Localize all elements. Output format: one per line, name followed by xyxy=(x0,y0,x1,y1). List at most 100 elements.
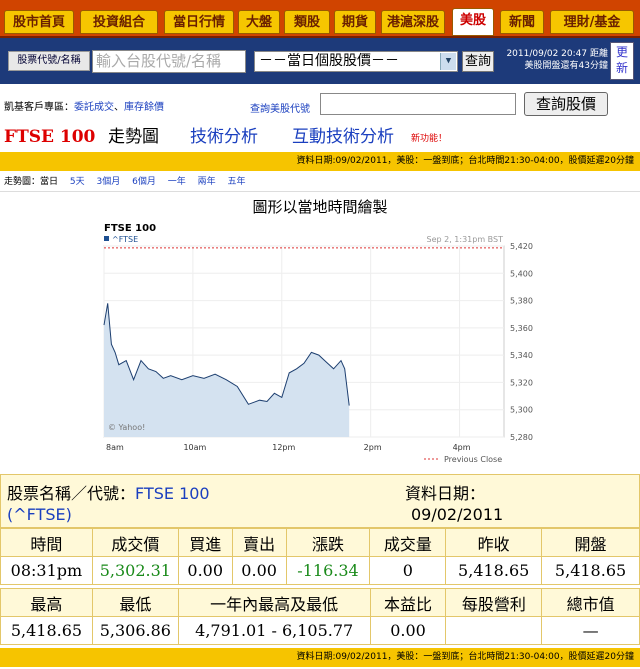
value-volume: 0 xyxy=(369,556,447,585)
vip-label: 凱基客戶專區： xyxy=(4,102,74,113)
header-low: 最低 xyxy=(91,588,179,617)
quote-value-row-1: 08:31pm 5,302.31 0.00 0.00 -116.34 0 5,4… xyxy=(0,556,640,585)
header-market-cap: 總市值 xyxy=(541,588,640,617)
value-high: 5,418.65 xyxy=(0,616,93,645)
query-type-value: －－當日個股股價－－ xyxy=(259,53,399,69)
query-price-button[interactable]: 查詢股價 xyxy=(524,92,608,116)
chevron-down-icon[interactable]: ▼ xyxy=(440,53,456,70)
value-time: 08:31pm xyxy=(0,556,93,585)
data-date-value: 09/02/2011 xyxy=(411,505,504,524)
header-change: 漲跌 xyxy=(285,528,371,557)
x-tick-label: 8am xyxy=(106,443,124,452)
index-symbol: FTSE 100 xyxy=(4,127,96,147)
period-1y[interactable]: 一年 xyxy=(168,177,186,187)
search-go-button[interactable]: 查詢 xyxy=(462,51,494,72)
quote-summary: 股票名稱／代號：FTSE 100 (^FTSE) 資料日期： 09/02/201… xyxy=(0,474,640,528)
quote-table-2: 最高 最低 一年內最高及最低 本益比 每股營利 總市值 5,418.65 5,3… xyxy=(0,588,640,645)
y-tick-label: 5,320 xyxy=(510,378,533,387)
header-last-price: 成交價 xyxy=(91,528,179,557)
stock-code: (^FTSE) xyxy=(7,505,72,524)
market-countdown: 2011/09/02 20:47 距離 美股開盤還有43分鐘 xyxy=(500,48,608,72)
tab-news[interactable]: 新聞 xyxy=(500,10,544,34)
tab-finance-funds[interactable]: 理財/基金 xyxy=(550,10,634,34)
data-date-label: 資料日期： xyxy=(405,484,486,503)
y-tick-label: 5,280 xyxy=(510,433,533,442)
chart-watermark: © Yahoo! xyxy=(108,423,145,432)
top-nav: 股市首頁 投資組合 當日行情 大盤 類股 期貨 港滬深股 美股 新聞 理財/基金 xyxy=(0,0,640,38)
period-label: 走勢圖：當日 xyxy=(4,177,59,187)
search-type-button[interactable]: 股票代號/名稱 xyxy=(8,51,90,71)
header-pe: 本益比 xyxy=(369,588,447,617)
period-3m[interactable]: 3個月 xyxy=(97,177,121,187)
y-tick-label: 5,300 xyxy=(510,406,533,415)
tab-sectors[interactable]: 類股 xyxy=(284,10,330,34)
stock-name-label: 股票名稱／代號： xyxy=(7,484,136,503)
stock-name-line: 股票名稱／代號：FTSE 100 xyxy=(7,480,210,504)
tab-hk-china[interactable]: 港滬深股 xyxy=(381,10,445,34)
trend-chart-label: 走勢圖 xyxy=(108,127,159,147)
value-eps xyxy=(445,616,543,645)
value-52w-range: 4,791.01 - 6,105.77 xyxy=(177,616,371,645)
value-last-price: 5,302.31 xyxy=(91,556,179,585)
intraday-chart: FTSE 100 ^FTSE Sep 2, 1:31pm BST 5,420 5,… xyxy=(103,223,533,464)
period-2y[interactable]: 兩年 xyxy=(198,177,216,187)
quote-value-row-2: 5,418.65 5,306.86 4,791.01 - 6,105.77 0.… xyxy=(0,616,640,645)
y-tick-label: 5,340 xyxy=(510,351,533,360)
technical-analysis-link[interactable]: 技術分析 xyxy=(190,124,258,150)
header-bid: 買進 xyxy=(177,528,233,557)
value-ask: 0.00 xyxy=(231,556,287,585)
y-tick-label: 5,360 xyxy=(510,324,533,333)
us-symbol-input[interactable] xyxy=(320,93,516,115)
header-52w-range: 一年內最高及最低 xyxy=(177,588,371,617)
tab-us-stocks[interactable]: 美股 xyxy=(452,8,494,36)
legend-swatch xyxy=(104,236,109,241)
info-bar-bottom: 資料日期:09/02/2011，美股：一盤到底；台北時間21:30-04:00，… xyxy=(0,648,640,667)
value-low: 5,306.86 xyxy=(91,616,179,645)
query-type-select[interactable]: －－當日個股股價－－ ▼ xyxy=(254,51,458,72)
interactive-analysis-link[interactable]: 互動技術分析 xyxy=(292,124,394,150)
period-5y[interactable]: 五年 xyxy=(228,177,246,187)
orders-link[interactable]: 委託成交 xyxy=(74,102,114,113)
period-selector: 走勢圖：當日 5天 3個月 6個月 一年 兩年 五年 xyxy=(0,174,640,192)
inventory-link[interactable]: 庫存餘價 xyxy=(124,102,164,113)
x-tick-label: 10am xyxy=(183,443,206,452)
account-query-row: 凱基客戶專區：委託成交、庫存餘價 查詢美股代號 查詢股價 xyxy=(0,90,640,122)
tab-market[interactable]: 大盤 xyxy=(238,10,280,34)
x-tick-label: 2pm xyxy=(364,443,382,452)
tab-stock-home[interactable]: 股市首頁 xyxy=(4,10,74,34)
period-5d[interactable]: 5天 xyxy=(70,177,85,187)
new-feature-badge: 新功能！ xyxy=(411,134,448,144)
tab-futures[interactable]: 期貨 xyxy=(334,10,376,34)
header-prev-close: 昨收 xyxy=(445,528,543,557)
value-change: -116.34 xyxy=(285,556,371,585)
quote-header-row-1: 時間 成交價 買進 賣出 漲跌 成交量 昨收 開盤 xyxy=(0,528,640,557)
quote-header-row-2: 最高 最低 一年內最高及最低 本益比 每股營利 總市值 xyxy=(0,588,640,617)
value-bid: 0.00 xyxy=(177,556,233,585)
period-6m[interactable]: 6個月 xyxy=(132,177,156,187)
y-tick-label: 5,420 xyxy=(510,242,533,251)
vip-separator: 、 xyxy=(114,102,124,113)
tab-daily-quotes[interactable]: 當日行情 xyxy=(164,10,234,34)
info-bar-top: 資料日期:09/02/2011，美股：一盤到底；台北時間21:30-04:00，… xyxy=(0,152,640,171)
page-title-row: FTSE 100 走勢圖 技術分析 互動技術分析 新功能！ xyxy=(0,124,640,150)
header-time: 時間 xyxy=(0,528,93,557)
vip-area: 凱基客戶專區：委託成交、庫存餘價 xyxy=(4,98,164,113)
header-eps: 每股營利 xyxy=(445,588,543,617)
search-bar: 股票代號/名稱 輸入台股代號/名稱 －－當日個股股價－－ ▼ 查詢 2011/0… xyxy=(0,38,640,84)
stock-search-input[interactable]: 輸入台股代號/名稱 xyxy=(92,50,246,73)
y-tick-label: 5,380 xyxy=(510,297,533,306)
chart-title: FTSE 100 xyxy=(104,223,156,234)
x-tick-label: 12pm xyxy=(272,443,295,452)
value-prev-close: 5,418.65 xyxy=(445,556,543,585)
countdown-line2: 美股開盤還有43分鐘 xyxy=(524,61,608,71)
stock-name-value: FTSE 100 xyxy=(135,484,210,503)
y-tick-label: 5,400 xyxy=(510,269,533,278)
header-ask: 賣出 xyxy=(231,528,287,557)
quote-table-1: 時間 成交價 買進 賣出 漲跌 成交量 昨收 開盤 08:31pm 5,302.… xyxy=(0,528,640,585)
header-volume: 成交量 xyxy=(369,528,447,557)
refresh-button[interactable]: 更新 xyxy=(610,42,634,80)
header-high: 最高 xyxy=(0,588,93,617)
us-symbol-lookup-link[interactable]: 查詢美股代號 xyxy=(250,100,310,115)
prev-close-legend: Previous Close xyxy=(444,455,502,464)
tab-portfolio[interactable]: 投資組合 xyxy=(80,10,158,34)
